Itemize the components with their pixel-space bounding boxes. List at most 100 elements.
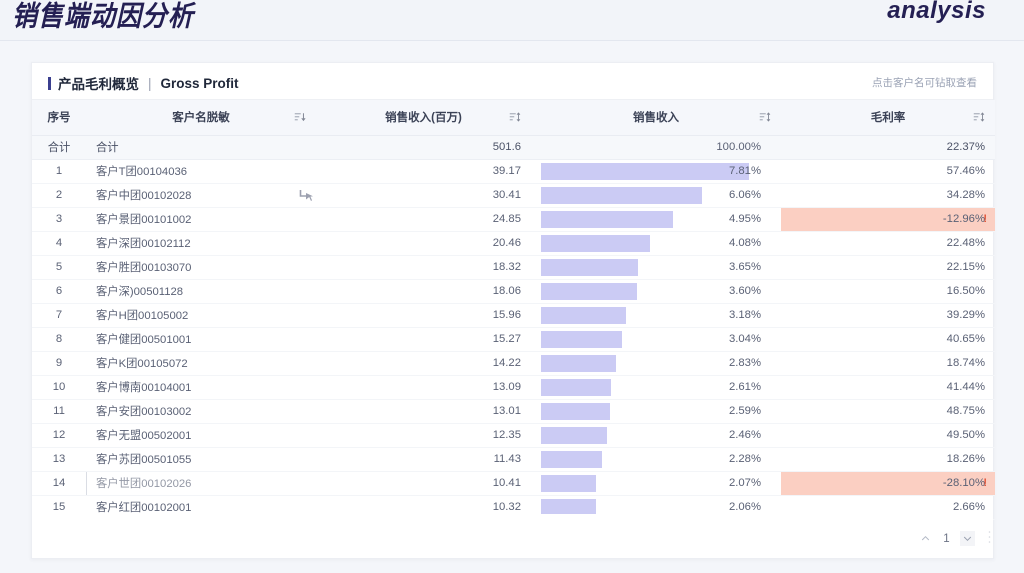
customer-name-cell[interactable]: 客户世团00102026 xyxy=(86,471,316,496)
row-index-cell: 3 xyxy=(32,207,86,232)
total-share-label: 100.00% xyxy=(716,141,761,153)
row-index-cell: 12 xyxy=(32,423,86,448)
margin-cell: 18.26% xyxy=(781,447,995,472)
revenue-cell: 15.27 xyxy=(316,327,531,352)
table-row[interactable]: 7 客户H团00105002 15.96 3.18% 39.29% xyxy=(32,303,995,328)
column-header-revenue[interactable]: 销售收入(百万) xyxy=(316,100,531,136)
customer-name-cell[interactable]: 客户健团00501001 xyxy=(86,327,316,352)
table-header-row: 序号 客户名脱敏 销售收入(百万) 销售收入 毛利率 xyxy=(32,100,995,136)
gross-profit-table: 序号 客户名脱敏 销售收入(百万) 销售收入 毛利率 合计 合计 501.6 1… xyxy=(32,100,995,520)
row-index-cell: 14 xyxy=(32,471,86,496)
table-row[interactable]: 4 客户深团00102112 20.46 4.08% 22.48% xyxy=(32,231,995,256)
row-index-cell: 1 xyxy=(32,159,86,184)
row-index-cell: 6 xyxy=(32,279,86,304)
column-header-index[interactable]: 序号 xyxy=(32,100,86,136)
revenue-cell: 12.35 xyxy=(316,423,531,448)
share-value-label: 2.59% xyxy=(728,405,761,417)
share-value-label: 2.07% xyxy=(728,477,761,489)
margin-cell: 57.46% xyxy=(781,159,995,184)
column-header-share-label: 销售收入 xyxy=(633,112,679,125)
share-bar xyxy=(541,450,602,468)
table-row[interactable]: 12 客户无盟00502001 12.35 2.46% 49.50% xyxy=(32,423,995,448)
table-row[interactable]: 14 客户世团00102026 10.41 2.07% -28.10%! xyxy=(32,471,995,496)
chevron-up-icon xyxy=(921,535,930,541)
margin-cell: 18.74% xyxy=(781,351,995,376)
table-row[interactable]: 6 客户深)00501128 18.06 3.60% 16.50% xyxy=(32,279,995,304)
customer-name-cell[interactable]: 客户博南00104001 xyxy=(86,375,316,400)
margin-cell: 49.50% xyxy=(781,423,995,448)
customer-name-cell[interactable]: 客户中团00102028 xyxy=(86,183,316,208)
revenue-cell: 14.22 xyxy=(316,351,531,376)
revenue-cell: 13.01 xyxy=(316,399,531,424)
customer-name-cell[interactable]: 客户景团00101002 xyxy=(86,207,316,232)
table-row[interactable]: 1 客户T团00104036 39.17 7.81% 57.46% xyxy=(32,159,995,184)
share-value-label: 3.04% xyxy=(728,333,761,345)
share-value-label: 2.06% xyxy=(728,501,761,513)
share-value-label: 2.61% xyxy=(728,381,761,393)
revenue-cell: 10.41 xyxy=(316,471,531,496)
column-header-share[interactable]: 销售收入 xyxy=(531,100,781,136)
share-bar-cell: 2.59% xyxy=(531,399,781,424)
row-index-cell: 11 xyxy=(32,399,86,424)
table-row[interactable]: 10 客户博南00104001 13.09 2.61% 41.44% xyxy=(32,375,995,400)
table-row[interactable]: 3 客户景团00101002 24.85 4.95% -12.96%! xyxy=(32,207,995,232)
column-header-customer[interactable]: 客户名脱敏 xyxy=(86,100,316,136)
customer-name-cell[interactable]: 客户深团00102112 xyxy=(86,231,316,256)
margin-cell: 40.65% xyxy=(781,327,995,352)
revenue-cell: 30.41 xyxy=(316,183,531,208)
page-title: 销售端动因分析 xyxy=(12,0,195,33)
sort-icon[interactable] xyxy=(294,111,306,123)
table-row[interactable]: 2 客户中团00102028 30.41 6.06% 34.28% xyxy=(32,183,995,208)
share-bar-cell: 2.46% xyxy=(531,423,781,448)
margin-cell: -28.10%! xyxy=(781,471,995,496)
margin-cell: 34.28% xyxy=(781,183,995,208)
drilldown-cursor-icon xyxy=(299,189,313,201)
customer-name-cell[interactable]: 客户K团00105072 xyxy=(86,351,316,376)
customer-name-cell[interactable]: 客户H团00105002 xyxy=(86,303,316,328)
share-value-label: 2.83% xyxy=(728,357,761,369)
card-header: 产品毛利概览 | Gross Profit 点击客户名可钻取查看 xyxy=(32,63,993,100)
total-name-cell: 合计 xyxy=(86,135,316,160)
share-bar-cell: 2.83% xyxy=(531,351,781,376)
sort-icon[interactable] xyxy=(973,111,985,123)
customer-name-cell[interactable]: 客户胜团00103070 xyxy=(86,255,316,280)
sort-icon[interactable] xyxy=(509,111,521,123)
customer-name-cell[interactable]: 客户安团00103002 xyxy=(86,399,316,424)
share-value-label: 3.18% xyxy=(728,309,761,321)
table-row[interactable]: 8 客户健团00501001 15.27 3.04% 40.65% xyxy=(32,327,995,352)
page-up-button[interactable] xyxy=(918,531,933,546)
customer-name-cell[interactable]: 客户T团00104036 xyxy=(86,159,316,184)
chevron-down-icon xyxy=(963,536,972,542)
table-row[interactable]: 5 客户胜团00103070 18.32 3.65% 22.15% xyxy=(32,255,995,280)
row-index-cell: 7 xyxy=(32,303,86,328)
table-row[interactable]: 13 客户苏团00501055 11.43 2.28% 18.26% xyxy=(32,447,995,472)
column-header-revenue-label: 销售收入(百万) xyxy=(385,112,462,125)
share-value-label: 4.95% xyxy=(728,213,761,225)
column-header-margin[interactable]: 毛利率 xyxy=(781,100,995,136)
table-row[interactable]: 9 客户K团00105072 14.22 2.83% 18.74% xyxy=(32,351,995,376)
table-row[interactable]: 11 客户安团00103002 13.01 2.59% 48.75% xyxy=(32,399,995,424)
share-bar xyxy=(541,354,616,372)
revenue-cell: 13.09 xyxy=(316,375,531,400)
margin-cell: 48.75% xyxy=(781,399,995,424)
share-bar-cell: 3.18% xyxy=(531,303,781,328)
revenue-cell: 18.32 xyxy=(316,255,531,280)
card-title-separator: | xyxy=(148,75,152,91)
share-bar xyxy=(541,426,607,444)
sort-icon[interactable] xyxy=(759,111,771,123)
page-down-button[interactable] xyxy=(960,531,975,546)
share-bar xyxy=(541,210,673,228)
share-bar-cell: 2.07% xyxy=(531,471,781,496)
revenue-cell: 15.96 xyxy=(316,303,531,328)
total-revenue-cell: 501.6 xyxy=(316,135,531,160)
customer-name-cell[interactable]: 客户无盟00502001 xyxy=(86,423,316,448)
app-banner: 销售端动因分析 analysis xyxy=(0,0,1024,41)
customer-name-cell[interactable]: 客户深)00501128 xyxy=(86,279,316,304)
customer-name-cell[interactable]: 客户苏团00501055 xyxy=(86,447,316,472)
share-bar xyxy=(541,162,749,180)
share-bar xyxy=(541,258,638,276)
table-head: 序号 客户名脱敏 销售收入(百万) 销售收入 毛利率 xyxy=(32,100,995,136)
margin-cell: 39.29% xyxy=(781,303,995,328)
share-value-label: 3.65% xyxy=(728,261,761,273)
row-index-cell: 4 xyxy=(32,231,86,256)
